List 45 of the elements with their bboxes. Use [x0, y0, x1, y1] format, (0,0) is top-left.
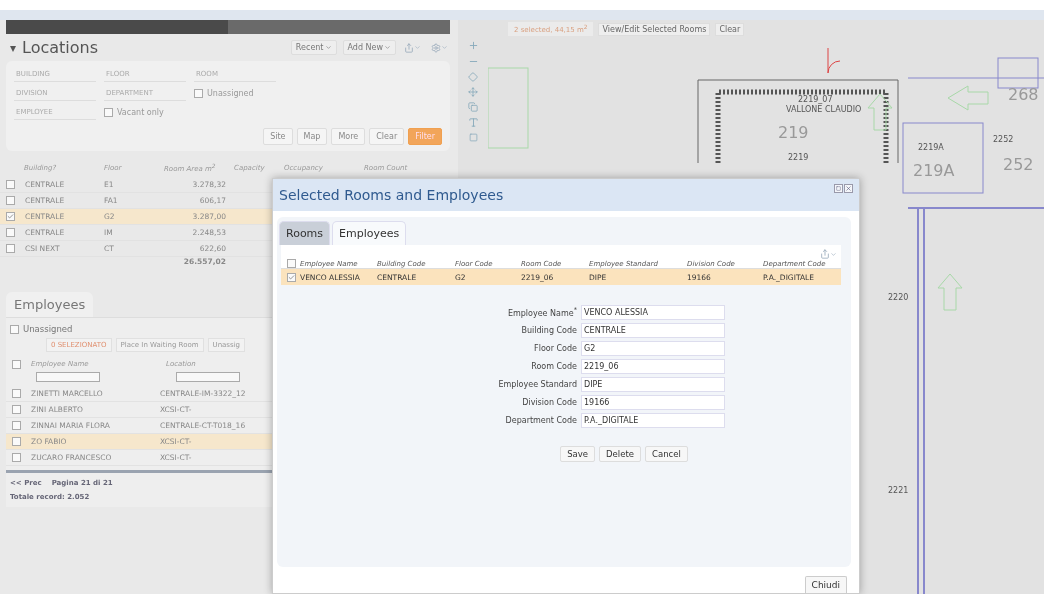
room-label: 268 [1008, 85, 1039, 104]
room-label: VALLONE CLAUDIO [786, 105, 862, 114]
form-button[interactable]: Save [560, 446, 596, 462]
field-label: Department Code [504, 416, 577, 425]
clear-selection-button[interactable]: Clear [715, 22, 745, 36]
field-label: Division Code [521, 398, 577, 407]
room-label: 2219 [788, 153, 809, 162]
caret-icon[interactable]: ▾ [10, 40, 17, 55]
room-label: 2221 [888, 486, 909, 495]
input-field[interactable]: P.A._DIGITALE [581, 413, 725, 428]
room-label: 219 [778, 123, 809, 142]
room-label: 219A [913, 161, 955, 180]
close-button[interactable]: Chiudi [804, 576, 847, 593]
field-label: Employee Name$^{*}$ [506, 306, 577, 319]
filter-option-button[interactable]: Clear [369, 128, 405, 145]
input-field[interactable]: VENCO ALESSIA [581, 305, 725, 320]
input-field[interactable]: 2219_06 [581, 359, 725, 374]
room-label: 2219_07 [798, 95, 833, 104]
room-label: 2219A [918, 143, 944, 152]
checkbox-label: Unassigned [23, 324, 73, 335]
panel-title[interactable]: Locations [22, 38, 99, 57]
form-button[interactable]: Delete [599, 446, 641, 462]
form-button[interactable]: Cancel [645, 446, 688, 462]
field-label: Room Code [530, 362, 577, 371]
tab[interactable]: Rooms [279, 221, 331, 245]
field-label: Building Code [520, 326, 577, 335]
menu-button[interactable]: Add New [342, 40, 396, 55]
input-field[interactable]: DIPE [581, 377, 725, 392]
input-field[interactable]: CENTRALE [581, 323, 725, 338]
checkbox-label: Unassigned [207, 89, 254, 98]
view-edit-button[interactable]: View/Edit Selected Rooms [598, 22, 711, 36]
room-label: 2252 [993, 135, 1014, 144]
filter-option-button[interactable]: Map [296, 128, 328, 145]
checkbox-label: Vacant only [117, 108, 164, 117]
employees-tab[interactable]: Employees [6, 292, 94, 318]
room-label: 252 [1003, 155, 1034, 174]
input-field[interactable]: 19166 [581, 395, 725, 410]
menu-button[interactable]: Recent [290, 40, 337, 55]
input-field[interactable]: G2 [581, 341, 725, 356]
field-label: Employee Standard [497, 380, 577, 389]
field-label: Floor Code [533, 344, 577, 353]
tab[interactable]: Employees [332, 221, 407, 245]
filter-option-button[interactable]: More [331, 128, 366, 145]
filter-option-button[interactable]: Site [263, 128, 293, 145]
room-label: 2220 [888, 293, 909, 302]
